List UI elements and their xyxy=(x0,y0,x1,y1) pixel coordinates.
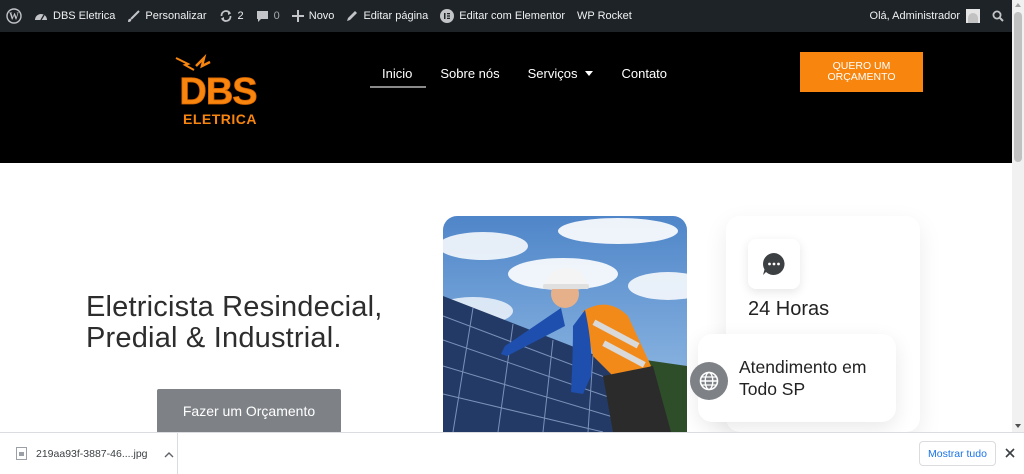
dashboard-icon xyxy=(34,10,48,22)
greeting: Olá, Administrador xyxy=(869,10,960,22)
account-menu[interactable]: Olá, Administrador xyxy=(864,0,986,32)
paintbrush-icon xyxy=(127,9,141,23)
scroll-up-arrow-icon[interactable] xyxy=(1015,3,1021,7)
scroll-down-arrow-icon[interactable] xyxy=(1015,424,1021,428)
admin-search-button[interactable] xyxy=(986,0,1012,32)
nav-label: Inicio xyxy=(382,65,413,81)
hero-title-line1: Eletricista Resindecial, xyxy=(86,291,383,323)
comments-menu[interactable]: 0 xyxy=(250,0,286,32)
hours-label: 24 Horas xyxy=(748,298,830,320)
logo-text-dbs: DBS xyxy=(179,71,256,113)
dbs-logo-graphic: DBS ELETRICA xyxy=(175,53,258,127)
globe-icon xyxy=(699,371,719,391)
hero-title: Eletricista Resindecial, Predial & Indus… xyxy=(86,292,383,354)
nav-item-contato[interactable]: Contato xyxy=(607,60,681,86)
updates-icon xyxy=(219,9,233,23)
pencil-icon xyxy=(346,10,358,22)
nav-item-inicio[interactable]: Inicio xyxy=(368,60,427,88)
edit-page-menu[interactable]: Editar página xyxy=(340,0,434,32)
caret-down-icon xyxy=(585,70,594,76)
plus-icon xyxy=(291,10,304,22)
wp-rocket-menu[interactable]: WP Rocket xyxy=(571,0,638,32)
elementor-icon xyxy=(440,9,455,23)
request-quote-label: Fazer um Orçamento xyxy=(182,403,316,419)
hero-title-line2: Predial & Industrial. xyxy=(86,322,342,354)
nav-item-sobre-nos[interactable]: Sobre nós xyxy=(426,60,513,86)
chat-badge xyxy=(748,239,800,289)
site-name-menu[interactable]: DBS Eletrica xyxy=(28,0,121,32)
nav-label: Serviços xyxy=(527,65,578,81)
updates-menu[interactable]: 2 xyxy=(213,0,250,32)
edit-page-label: Editar página xyxy=(363,10,429,22)
chevron-up-icon[interactable] xyxy=(164,445,174,463)
new-content-menu[interactable]: Novo xyxy=(286,0,341,32)
request-quote-button[interactable]: Fazer um Orçamento xyxy=(157,389,341,433)
main-navigation: Inicio Sobre nós Serviços Contato xyxy=(368,60,681,88)
wp-rocket-label: WP Rocket xyxy=(577,10,632,22)
image-file-icon xyxy=(16,447,27,460)
wordpress-icon: W xyxy=(6,8,22,24)
nav-label: Contato xyxy=(621,65,668,81)
chat-bubble-icon xyxy=(763,253,785,275)
site-logo[interactable]: DBS ELETRICA xyxy=(172,53,262,134)
close-download-bar-button[interactable] xyxy=(1003,446,1017,460)
close-icon xyxy=(1005,448,1015,458)
download-file-name: 219aa93f-3887-46....jpg xyxy=(36,447,148,460)
site-header: DBS ELETRICA Inicio Sobre nós Serviços C… xyxy=(0,32,1012,163)
svg-text:W: W xyxy=(9,12,19,23)
wp-logo-menu[interactable]: W xyxy=(0,0,28,32)
customize-label: Personalizar xyxy=(145,10,207,22)
customize-menu[interactable]: Personalizar xyxy=(121,0,212,32)
site-name: DBS Eletrica xyxy=(53,10,116,22)
updates-count: 2 xyxy=(237,10,244,22)
nav-item-servicos[interactable]: Serviços xyxy=(514,60,608,86)
download-bar: 219aa93f-3887-46....jpg Mostrar tudo xyxy=(0,432,1024,474)
new-label: Novo xyxy=(308,10,335,22)
elementor-label: Editar com Elementor xyxy=(459,10,566,22)
page-scrollbar[interactable] xyxy=(1012,0,1024,432)
show-all-label: Mostrar tudo xyxy=(928,447,987,460)
quote-button[interactable]: QUERO UM ORÇAMENTO xyxy=(800,52,923,92)
avatar xyxy=(966,9,980,23)
scrollbar-thumb[interactable] xyxy=(1014,12,1022,162)
solar-technician-photo xyxy=(443,216,687,432)
download-item[interactable]: 219aa93f-3887-46....jpg xyxy=(12,433,178,474)
logo-text-eletrica: ELETRICA xyxy=(183,111,257,127)
wp-admin-bar: W DBS Eletrica Personalizar 2 0 Novo Edi… xyxy=(0,0,1012,32)
search-icon xyxy=(992,10,1004,22)
service-area-card: Atendimento em Todo SP xyxy=(690,334,896,422)
comment-icon xyxy=(256,10,269,23)
elementor-menu[interactable]: Editar com Elementor xyxy=(434,0,571,32)
quote-button-label: QUERO UM ORÇAMENTO xyxy=(827,60,896,83)
globe-badge xyxy=(690,362,728,400)
service-area-label: Atendimento em Todo SP xyxy=(739,357,867,399)
comments-count: 0 xyxy=(273,10,280,22)
show-all-downloads-button[interactable]: Mostrar tudo xyxy=(919,441,996,466)
nav-label: Sobre nós xyxy=(440,65,500,81)
